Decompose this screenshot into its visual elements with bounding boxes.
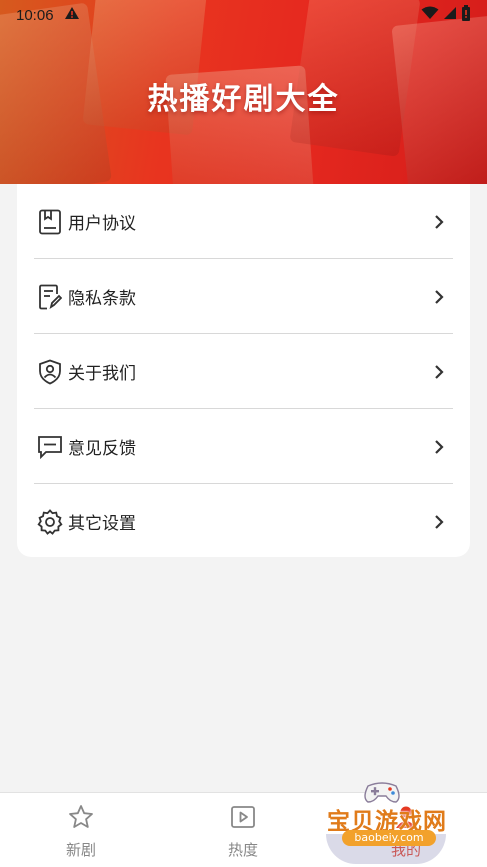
menu-item-label: 关于我们 bbox=[68, 364, 136, 384]
menu-item-label: 用户协议 bbox=[68, 214, 136, 234]
chevron-right-icon bbox=[431, 289, 447, 305]
battery-icon bbox=[461, 5, 471, 25]
status-icons bbox=[421, 5, 471, 25]
menu-item-other-settings[interactable]: 其它设置 bbox=[34, 484, 453, 559]
chevron-right-icon bbox=[431, 364, 447, 380]
gear-icon bbox=[36, 508, 64, 536]
watermark-url: baobeiy.com bbox=[342, 830, 436, 846]
play-square-icon bbox=[229, 803, 257, 831]
chevron-right-icon bbox=[431, 214, 447, 230]
menu-item-user-agreement[interactable]: 用户协议 bbox=[34, 184, 453, 259]
warning-icon bbox=[64, 6, 80, 24]
tab-popular[interactable]: 热度 bbox=[203, 803, 283, 863]
chevron-right-icon bbox=[431, 514, 447, 530]
signal-icon bbox=[443, 6, 457, 24]
banner-title: 热播好剧大全 bbox=[147, 82, 340, 117]
chevron-right-icon bbox=[431, 439, 447, 455]
edit-document-icon bbox=[36, 283, 64, 311]
menu-item-about-us[interactable]: 关于我们 bbox=[34, 334, 453, 409]
menu-item-label: 其它设置 bbox=[68, 514, 136, 534]
menu-item-label: 意见反馈 bbox=[68, 439, 136, 459]
tab-label: 热度 bbox=[227, 841, 258, 859]
menu-item-privacy-policy[interactable]: 隐私条款 bbox=[34, 259, 453, 334]
shield-user-icon bbox=[36, 358, 64, 386]
status-time: 10:06 bbox=[16, 6, 54, 24]
header-banner: 10:06 热播好剧大全 bbox=[0, 0, 487, 184]
settings-menu: 用户协议 隐私条款 关于我们 意见反馈 其它设置 bbox=[17, 184, 470, 557]
message-icon bbox=[36, 433, 64, 461]
tab-new-dramas[interactable]: 新剧 bbox=[41, 803, 121, 863]
menu-item-feedback[interactable]: 意见反馈 bbox=[34, 409, 453, 484]
menu-item-label: 隐私条款 bbox=[68, 289, 136, 309]
star-icon bbox=[67, 803, 95, 831]
tab-label: 新剧 bbox=[65, 841, 96, 859]
wifi-icon bbox=[421, 6, 439, 24]
site-watermark: 宝贝游戏网 baobeiy.com bbox=[312, 776, 462, 864]
document-bookmark-icon bbox=[36, 208, 64, 236]
status-bar: 10:06 bbox=[0, 0, 487, 30]
